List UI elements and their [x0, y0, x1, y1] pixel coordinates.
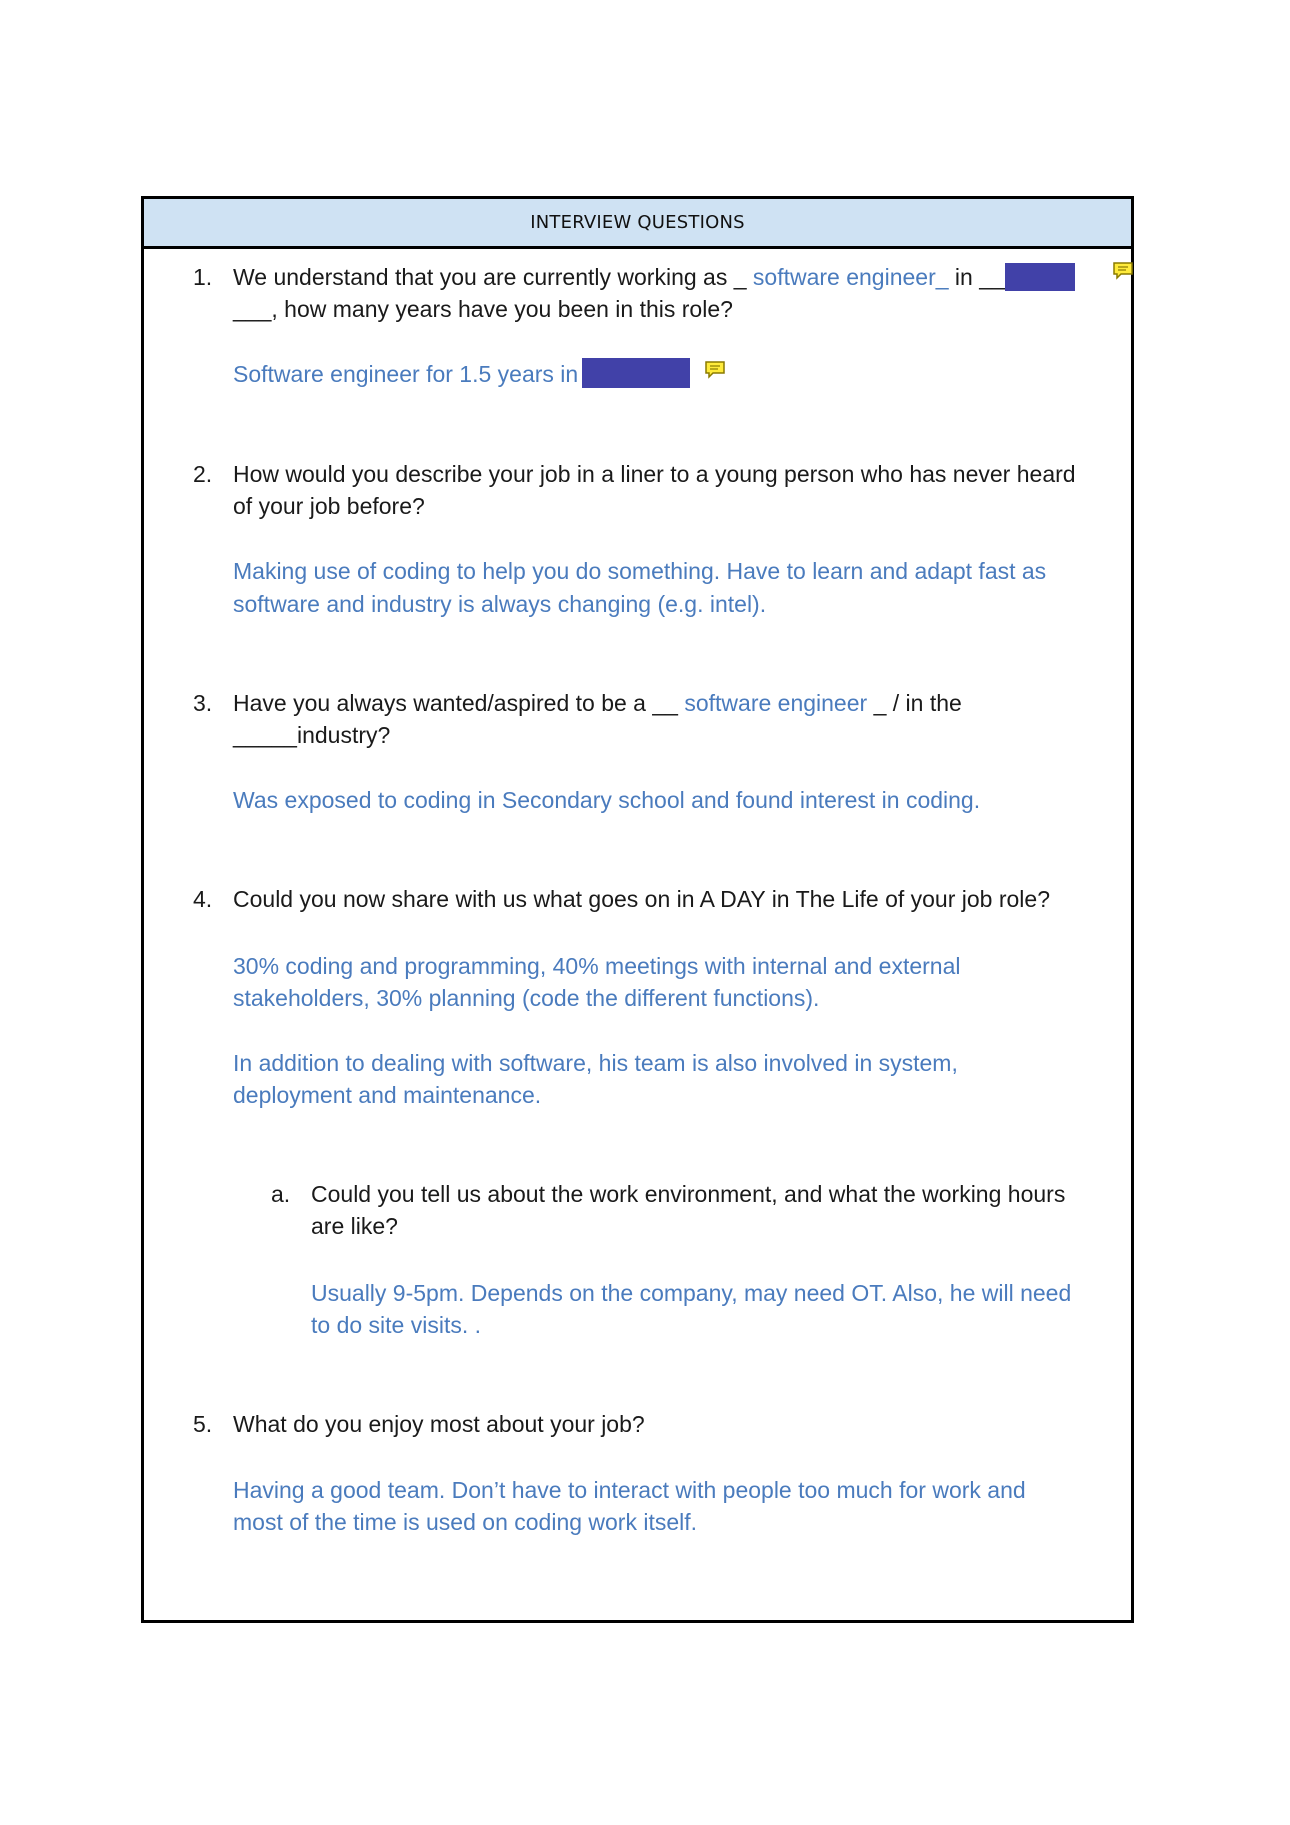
question-2-line-2: of your job before? [233, 493, 425, 519]
question-4-line-1: Could you now share with us what goes on… [233, 886, 1050, 912]
comment-icon[interactable] [1112, 262, 1134, 280]
question-1-line-1: We understand that you are currently wor… [233, 261, 1075, 293]
question-2-line-1: How would you describe your job in a lin… [233, 461, 1076, 487]
answer-4-1-line-1: 30% coding and programming, 40% meetings… [233, 953, 961, 979]
question-3-prefix: Have you always wanted/aspired to be a _… [233, 690, 678, 716]
question-number: 4. [193, 886, 213, 912]
question-number: 5. [193, 1411, 213, 1437]
answer-2-line-2: software and industry is always changing… [233, 591, 767, 617]
answer-2-line-1: Making use of coding to help you do some… [233, 558, 1047, 584]
redaction-block [582, 358, 691, 388]
answer-3: Was exposed to coding in Secondary schoo… [233, 787, 981, 813]
answer-1: Software engineer for 1.5 years in [233, 358, 691, 390]
question-1-prefix: We understand that you are currently wor… [233, 264, 747, 290]
question-4a-line-2: are like? [311, 1213, 398, 1239]
answer-4-2-line-1: In addition to dealing with software, hi… [233, 1050, 958, 1076]
answer-1-text: Software engineer for 1.5 years in [233, 361, 579, 387]
question-5-line-1: What do you enjoy most about your job? [233, 1411, 645, 1437]
answer-5-line-2: most of the time is used on coding work … [233, 1509, 698, 1535]
question-4a-line-1: Could you tell us about the work environ… [311, 1181, 1066, 1207]
question-1-suffix: in __ [954, 264, 1005, 290]
table-header: INTERVIEW QUESTIONS [144, 199, 1131, 249]
comment-icon[interactable] [704, 361, 726, 379]
answer-4-1-line-2: stakeholders, 30% planning (code the dif… [233, 985, 820, 1011]
question-3-role: software engineer [684, 690, 868, 716]
question-number: 2. [193, 461, 213, 487]
question-number: 1. [193, 264, 213, 290]
question-1-line-2: ___, how many years have you been in thi… [233, 296, 733, 322]
answer-4a-line-1: Usually 9-5pm. Depends on the company, m… [311, 1280, 1072, 1306]
answer-4-2-line-2: deployment and maintenance. [233, 1082, 542, 1108]
redaction-block [1004, 263, 1075, 291]
sub-question-letter: a. [271, 1181, 291, 1207]
answer-5-line-1: Having a good team. Don’t have to intera… [233, 1477, 1026, 1503]
question-3-line-1: Have you always wanted/aspired to be a _… [233, 687, 962, 719]
table-title: INTERVIEW QUESTIONS [530, 212, 745, 233]
question-3-suffix: _ / in the [873, 690, 962, 716]
answer-4a-line-2: to do site visits. . [311, 1312, 482, 1338]
question-number: 3. [193, 690, 213, 716]
question-3-line-2: _____industry? [233, 722, 391, 748]
question-1-role: software engineer_ [752, 264, 949, 290]
